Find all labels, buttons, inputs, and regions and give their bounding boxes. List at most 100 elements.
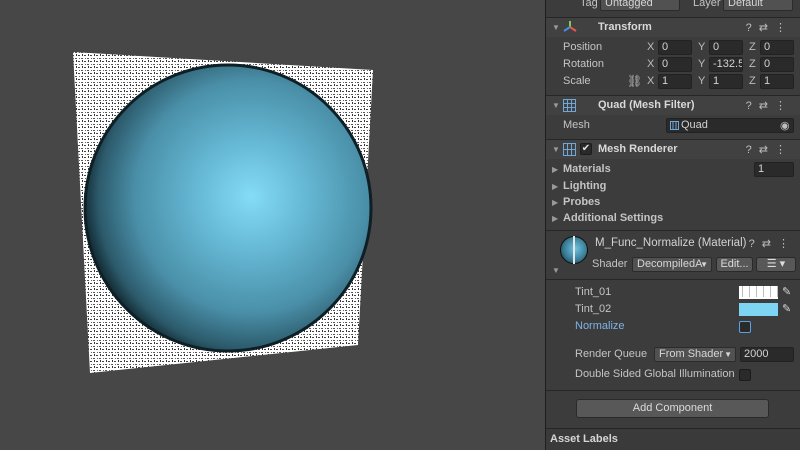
- component-menu-icons[interactable]: ?⇄⋮: [746, 143, 793, 156]
- mesh-renderer-header[interactable]: ▼ ✔ Mesh Renderer ?⇄⋮: [546, 139, 800, 159]
- divider: [546, 279, 800, 280]
- dsgi-label: Double Sided Global Illumination: [575, 368, 735, 380]
- render-queue-dropdown[interactable]: From Shader ▼: [654, 347, 736, 362]
- list-icon: ☰ ▾: [766, 258, 786, 270]
- scene-canvas[interactable]: [0, 0, 545, 450]
- tag-dropdown[interactable]: Untagged: [600, 0, 680, 11]
- foldout-right-icon[interactable]: ▶: [552, 165, 558, 174]
- transform-header[interactable]: ▼ Transform ?⇄⋮: [546, 17, 800, 37]
- probes-label: Probes: [563, 196, 601, 208]
- mesh-object-field[interactable]: Quad: [666, 118, 794, 133]
- materials-foldout[interactable]: ▶ Materials 1: [546, 162, 800, 178]
- foldout-right-icon[interactable]: ▶: [552, 182, 558, 191]
- render-queue-row: Render Queue From Shader ▼ 2000: [546, 347, 800, 363]
- component-menu-icons[interactable]: ?⇄⋮: [746, 99, 793, 112]
- foldout-arrow-icon[interactable]: ▼: [552, 266, 560, 275]
- tint02-label: Tint_02: [575, 303, 612, 315]
- asset-labels-bar[interactable]: Asset Labels: [546, 428, 800, 450]
- material-options-button[interactable]: ☰ ▾: [756, 257, 796, 272]
- normalize-row: Normalize: [546, 319, 800, 335]
- tag-layer-row: Tag Untagged Layer Default: [546, 0, 800, 12]
- render-queue-field[interactable]: 2000: [740, 347, 794, 362]
- lighting-foldout[interactable]: ▶ Lighting: [546, 179, 800, 195]
- mesh-grid-icon: [670, 121, 679, 132]
- transform-icon: [563, 20, 577, 37]
- render-queue-label: Render Queue: [575, 348, 648, 360]
- dsgi-row: Double Sided Global Illumination: [546, 367, 800, 383]
- additional-settings-label: Additional Settings: [563, 212, 664, 224]
- position-row: Position X 0 Y 0 Z 0: [546, 40, 800, 56]
- divider: [546, 390, 800, 391]
- materials-count-field[interactable]: 1: [754, 162, 794, 177]
- rotation-label: Rotation: [563, 58, 604, 70]
- axis-z-label: Z: [749, 41, 756, 53]
- lighting-label: Lighting: [563, 180, 607, 192]
- component-menu-icons[interactable]: ?⇄⋮: [749, 237, 796, 250]
- axis-x-label: X: [647, 58, 655, 70]
- position-x-field[interactable]: 0: [658, 40, 692, 55]
- eyedropper-icon[interactable]: ✎: [782, 285, 791, 298]
- position-label: Position: [563, 41, 603, 53]
- enabled-checkbox[interactable]: ✔: [580, 143, 592, 155]
- eyedropper-icon[interactable]: ✎: [782, 302, 791, 315]
- mesh-value: Quad: [681, 119, 708, 131]
- dropdown-arrow-icon: ▼: [724, 350, 732, 359]
- mesh-grid-icon: [563, 99, 576, 115]
- scene-view[interactable]: [0, 0, 545, 450]
- scale-label: Scale: [563, 75, 591, 87]
- dsgi-checkbox[interactable]: [739, 369, 751, 381]
- scale-x-field[interactable]: 1: [658, 74, 692, 89]
- render-queue-mode: From Shader: [659, 348, 724, 360]
- materials-label: Materials: [563, 163, 611, 175]
- tint01-row: Tint_01 ✎: [546, 285, 800, 301]
- scale-y-field[interactable]: 1: [709, 74, 743, 89]
- shader-value: DecompiledA: [637, 258, 703, 270]
- foldout-arrow-icon[interactable]: ▼: [552, 101, 560, 110]
- mesh-renderer-title: Mesh Renderer: [598, 143, 678, 155]
- shader-dropdown[interactable]: DecompiledA ▼: [632, 257, 712, 272]
- normalize-checkbox[interactable]: [739, 321, 751, 333]
- material-header[interactable]: M_Func_Normalize (Material) ?⇄⋮ Shader D…: [546, 233, 800, 277]
- mesh-renderer-icon: [563, 143, 576, 159]
- foldout-arrow-icon[interactable]: ▼: [552, 23, 560, 32]
- material-title: M_Func_Normalize (Material): [595, 237, 747, 249]
- object-picker-icon[interactable]: ◉: [780, 119, 790, 132]
- layer-label: Layer: [693, 0, 721, 9]
- probes-foldout[interactable]: ▶ Probes: [546, 195, 800, 211]
- transform-title: Transform: [598, 21, 652, 33]
- tag-label: Tag: [580, 0, 598, 9]
- tint02-color-swatch[interactable]: [739, 303, 778, 316]
- shader-label: Shader: [592, 258, 628, 270]
- position-y-field[interactable]: 0: [709, 40, 743, 55]
- position-z-field[interactable]: 0: [760, 40, 794, 55]
- mesh-row: Mesh Quad ◉: [546, 118, 800, 134]
- component-menu-icons[interactable]: ?⇄⋮: [746, 21, 793, 34]
- scale-row: Scale ⛓ X 1 Y 1 Z 1: [546, 74, 800, 90]
- foldout-right-icon[interactable]: ▶: [552, 214, 558, 223]
- mesh-filter-header[interactable]: ▼ Quad (Mesh Filter) ?⇄⋮: [546, 95, 800, 115]
- tint01-color-swatch[interactable]: [739, 286, 778, 299]
- dropdown-arrow-icon: ▼: [700, 260, 708, 269]
- scale-z-field[interactable]: 1: [760, 74, 794, 89]
- axis-y-label: Y: [698, 41, 706, 53]
- inspector-panel: Tag Untagged Layer Default ▼ Transform ?…: [545, 0, 800, 450]
- layer-dropdown[interactable]: Default: [723, 0, 793, 11]
- mesh-filter-title: Quad (Mesh Filter): [598, 99, 695, 111]
- foldout-right-icon[interactable]: ▶: [552, 198, 558, 207]
- tint02-row: Tint_02 ✎: [546, 302, 800, 318]
- axis-x-label: X: [647, 41, 655, 53]
- rotation-y-field[interactable]: -132.5: [709, 57, 743, 72]
- additional-settings-foldout[interactable]: ▶ Additional Settings: [546, 211, 800, 227]
- link-scale-icon[interactable]: ⛓: [627, 74, 642, 88]
- edit-shader-button[interactable]: Edit...: [716, 257, 753, 272]
- axis-y-label: Y: [698, 75, 706, 87]
- rotation-x-field[interactable]: 0: [658, 57, 692, 72]
- sphere-render: [83, 63, 373, 353]
- rotation-row: Rotation X 0 Y -132.5 Z 0: [546, 57, 800, 73]
- tint01-label: Tint_01: [575, 286, 612, 298]
- add-component-button[interactable]: Add Component: [576, 399, 769, 418]
- asset-labels-title: Asset Labels: [550, 433, 618, 445]
- rotation-z-field[interactable]: 0: [760, 57, 794, 72]
- foldout-arrow-icon[interactable]: ▼: [552, 145, 560, 154]
- axis-y-label: Y: [698, 58, 706, 70]
